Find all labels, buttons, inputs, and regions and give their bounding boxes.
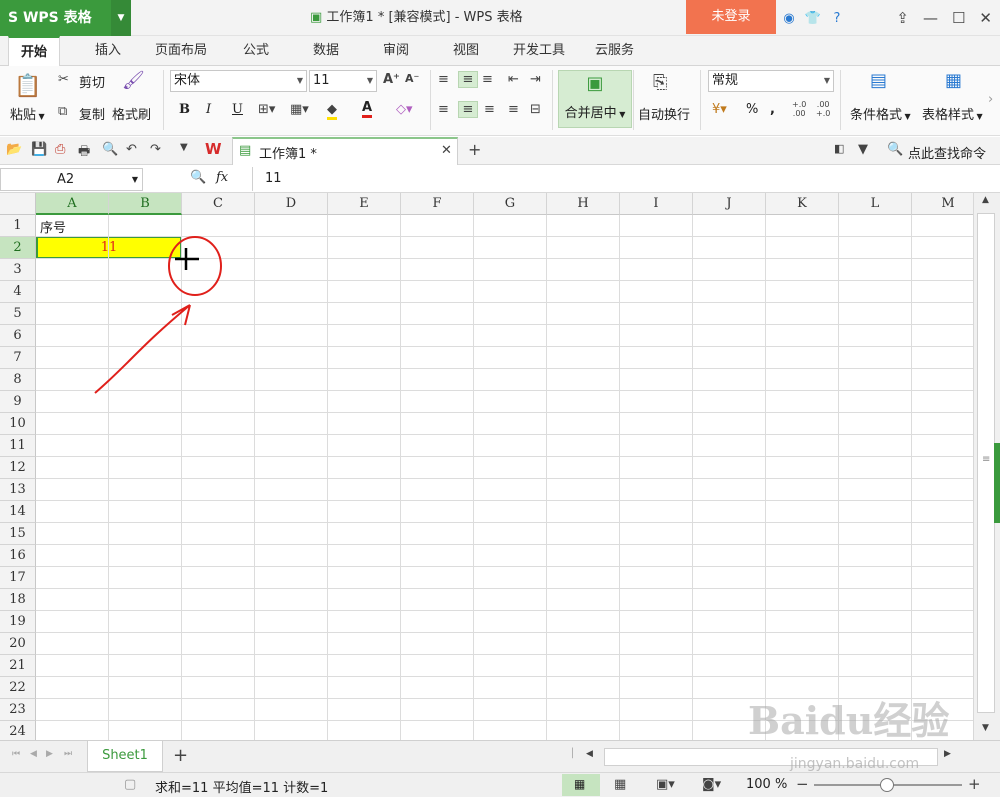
next-sheet-icon[interactable]: ▶ [46,749,53,759]
normal-view-icon[interactable]: ▦ [562,774,600,796]
hscroll-split-icon[interactable]: ▕ [566,749,573,759]
last-sheet-icon[interactable]: ⏭ [64,749,72,759]
grip-icon: ≡ [982,454,991,465]
watermark-logo: Baidu经验 [748,698,950,743]
zoom-in-icon[interactable]: + [968,775,981,793]
zoom-slider-thumb[interactable] [880,778,894,792]
status-bar: ▢ 求和=11 平均值=11 计数=1 ▦ ▦ ▣▾ ◙▾ 100 % − + [0,772,1000,797]
page-break-view-icon[interactable]: ▦ [614,777,626,792]
annotation-overlay [94,236,222,394]
watermark-url: jingyan.baidu.com [790,756,920,772]
side-panel-toggle[interactable] [994,443,1000,523]
annotation-arrow [94,304,191,394]
layout-view-icon[interactable]: ▣▾ [656,777,675,792]
zoom-level[interactable]: 100 % [746,777,787,792]
sheet-tab-sheet1[interactable]: Sheet1 [87,741,163,772]
zoom-out-icon[interactable]: − [796,775,809,793]
fill-handle-cursor-icon [175,248,199,270]
scroll-up-icon[interactable]: ▲ [982,195,989,205]
reading-mode-icon[interactable]: ◙▾ [702,777,721,792]
status-icon: ▢ [124,777,137,792]
prev-sheet-icon[interactable]: ◀ [30,749,37,759]
status-summary: 求和=11 平均值=11 计数=1 [155,781,329,796]
add-sheet-button[interactable]: + [173,745,188,766]
annotation-circle [168,236,222,296]
scroll-thumb[interactable]: ≡ [977,213,995,713]
first-sheet-icon[interactable]: ⏮ [12,749,20,759]
scroll-left-icon[interactable]: ◀ [586,749,593,759]
vertical-scrollbar[interactable]: ▲ ≡ ▼ [973,193,1000,740]
